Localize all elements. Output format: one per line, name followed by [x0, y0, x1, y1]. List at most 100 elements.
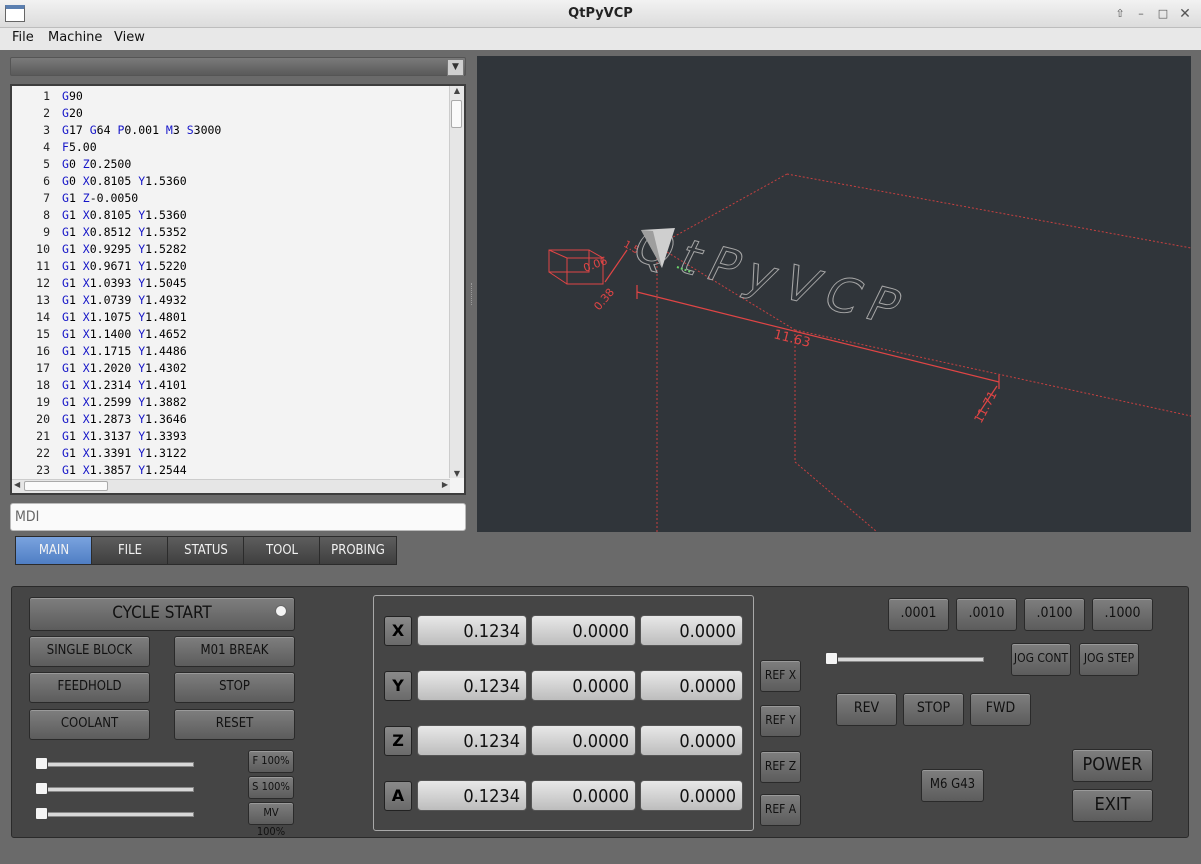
minimize-icon[interactable]: – — [1133, 6, 1149, 22]
gcode-lines[interactable]: 1 G90 2 G20 3 G17 G64 P0.001 M3 S3000 4 F5.00 5 G… — [12, 86, 450, 478]
jog-increment-0010[interactable]: .0010 — [956, 598, 1017, 631]
jog-speed-slider[interactable] — [828, 657, 984, 662]
scroll-left-icon[interactable]: ◀ — [14, 480, 20, 489]
axis-z-label[interactable]: Z — [384, 726, 412, 756]
gcode-line[interactable]: 8 G1 X0.8105 Y1.5360 — [12, 207, 187, 224]
gcode-word-letter: G — [62, 412, 69, 426]
line-number: 19 — [36, 395, 50, 409]
keep-above-icon[interactable]: ⇧ — [1112, 6, 1128, 22]
close-icon[interactable]: ✕ — [1177, 6, 1193, 22]
spindle-override-handle[interactable] — [35, 782, 48, 795]
gcode-line[interactable]: 14 G1 X1.1075 Y1.4801 — [12, 309, 187, 326]
gcode-line[interactable]: 21 G1 X1.3137 Y1.3393 — [12, 428, 187, 445]
gcode-line[interactable]: 22 G1 X1.3391 Y1.3122 — [12, 445, 187, 462]
feed-override-slider[interactable] — [38, 762, 194, 767]
ref-a-button[interactable]: REF A — [760, 794, 801, 826]
ref-x-button[interactable]: REF X — [760, 660, 801, 692]
axis-x-label[interactable]: X — [384, 616, 412, 646]
gcode-word-letter: X — [82, 412, 90, 426]
backplot-view[interactable]: 0.06 0.38 1.5 11.63 11.71 QtPyVCP — [477, 56, 1191, 532]
vertical-scroll-thumb[interactable] — [451, 100, 462, 128]
gcode-word-letter: X — [82, 429, 90, 443]
spindle-override-slider[interactable] — [38, 787, 194, 792]
max-velocity-reset[interactable]: MV 100% — [248, 802, 294, 838]
resize-grip[interactable] — [1189, 852, 1199, 862]
gcode-line[interactable]: 12 G1 X1.0393 Y1.5045 — [12, 275, 187, 292]
maximize-icon[interactable]: □ — [1155, 6, 1171, 22]
gcode-line[interactable]: 10 G1 X0.9295 Y1.5282 — [12, 241, 187, 258]
spindle-rev-button[interactable]: REV — [836, 693, 897, 726]
jog-cont-button[interactable]: JOG CONT — [1011, 643, 1071, 676]
dro-z-machine: 0.0000 — [531, 725, 636, 756]
ref-y-button[interactable]: REF Y — [760, 705, 801, 737]
jog-increment-0001[interactable]: .0001 — [888, 598, 949, 631]
ref-z-button[interactable]: REF Z — [760, 751, 801, 783]
horizontal-scroll-thumb[interactable] — [24, 481, 108, 491]
gcode-line[interactable]: 6 G0 X0.8105 Y1.5360 — [12, 173, 187, 190]
axis-a-label[interactable]: A — [384, 781, 412, 811]
gcode-line[interactable]: 11 G1 X0.9671 Y1.5220 — [12, 258, 187, 275]
tab-file[interactable]: FILE — [91, 536, 169, 565]
mdi-input[interactable]: MDI — [10, 503, 466, 531]
jog-speed-handle[interactable] — [825, 652, 838, 665]
single-block-button[interactable]: SINGLE BLOCK — [29, 636, 150, 667]
chevron-down-icon[interactable]: ▼ — [447, 59, 464, 76]
vertical-scrollbar[interactable]: ▲ ▼ — [449, 86, 464, 478]
backplot-graphics[interactable]: 0.06 0.38 1.5 11.63 11.71 QtPyVCP — [477, 56, 1191, 532]
spindle-fwd-button[interactable]: FWD — [970, 693, 1031, 726]
coolant-button[interactable]: COOLANT — [29, 709, 150, 740]
gcode-line[interactable]: 4 F5.00 — [12, 139, 97, 156]
jog-increment-0100[interactable]: .0100 — [1024, 598, 1085, 631]
gcode-word-letter: G — [62, 293, 69, 307]
gcode-word-value: 0.2500 — [89, 157, 132, 171]
gcode-line[interactable]: 23 G1 X1.3857 Y1.2544 — [12, 462, 187, 478]
stop-program-button[interactable]: STOP — [174, 672, 295, 703]
scroll-up-icon[interactable]: ▲ — [452, 86, 462, 95]
gcode-editor[interactable]: 1 G90 2 G20 3 G17 G64 P0.001 M3 S3000 4 F5.00 5 G… — [10, 84, 466, 495]
recent-files-combo[interactable]: ▼ — [10, 57, 466, 76]
menu-view[interactable]: View — [114, 30, 145, 45]
tab-tool[interactable]: TOOL — [243, 536, 321, 565]
feed-override-handle[interactable] — [35, 757, 48, 770]
gcode-line[interactable]: 2 G20 — [12, 105, 83, 122]
menu-file[interactable]: File — [12, 30, 34, 45]
m6-g43-button[interactable]: M6 G43 — [921, 769, 984, 802]
scroll-right-icon[interactable]: ▶ — [442, 480, 448, 489]
gcode-line[interactable]: 5 G0 Z0.2500 — [12, 156, 131, 173]
gcode-line[interactable]: 19 G1 X1.2599 Y1.3882 — [12, 394, 187, 411]
splitter-handle[interactable] — [471, 283, 474, 305]
gcode-line[interactable]: 3 G17 G64 P0.001 M3 S3000 — [12, 122, 221, 139]
feedhold-button[interactable]: FEEDHOLD — [29, 672, 150, 703]
gcode-line[interactable]: 9 G1 X0.8512 Y1.5352 — [12, 224, 187, 241]
gcode-line[interactable]: 15 G1 X1.1400 Y1.4652 — [12, 326, 187, 343]
gcode-line[interactable]: 1 G90 — [12, 88, 83, 105]
power-button[interactable]: POWER — [1072, 749, 1153, 782]
spindle-override-reset[interactable]: S 100% — [248, 776, 294, 799]
gcode-word-letter: X — [82, 310, 90, 324]
gcode-line[interactable]: 18 G1 X1.2314 Y1.4101 — [12, 377, 187, 394]
axis-y-label[interactable]: Y — [384, 671, 412, 701]
scroll-down-icon[interactable]: ▼ — [452, 469, 462, 478]
tab-probing[interactable]: PROBING — [319, 536, 397, 565]
max-velocity-slider[interactable] — [38, 812, 194, 817]
gcode-line[interactable]: 7 G1 Z-0.0050 — [12, 190, 138, 207]
gcode-line[interactable]: 17 G1 X1.2020 Y1.4302 — [12, 360, 187, 377]
m01-break-button[interactable]: M01 BREAK — [174, 636, 295, 667]
max-velocity-handle[interactable] — [35, 807, 48, 820]
menu-machine[interactable]: Machine — [48, 30, 102, 45]
app-window-icon[interactable] — [5, 5, 25, 22]
reset-button[interactable]: RESET — [174, 709, 295, 740]
jog-step-button[interactable]: JOG STEP — [1079, 643, 1139, 676]
feed-override-reset[interactable]: F 100% — [248, 750, 294, 773]
tab-main[interactable]: MAIN — [15, 536, 93, 565]
spindle-stop-button[interactable]: STOP — [903, 693, 964, 726]
horizontal-scrollbar[interactable]: ◀ ▶ — [12, 479, 450, 493]
jog-increment-1000[interactable]: .1000 — [1092, 598, 1153, 631]
exit-button[interactable]: EXIT — [1072, 789, 1153, 822]
cycle-start-button[interactable]: CYCLE START — [29, 597, 295, 631]
gcode-line[interactable]: 20 G1 X1.2873 Y1.3646 — [12, 411, 187, 428]
tab-status[interactable]: STATUS — [167, 536, 245, 565]
gcode-word-value: 3 — [172, 123, 187, 137]
gcode-line[interactable]: 13 G1 X1.0739 Y1.4932 — [12, 292, 187, 309]
gcode-line[interactable]: 16 G1 X1.1715 Y1.4486 — [12, 343, 187, 360]
